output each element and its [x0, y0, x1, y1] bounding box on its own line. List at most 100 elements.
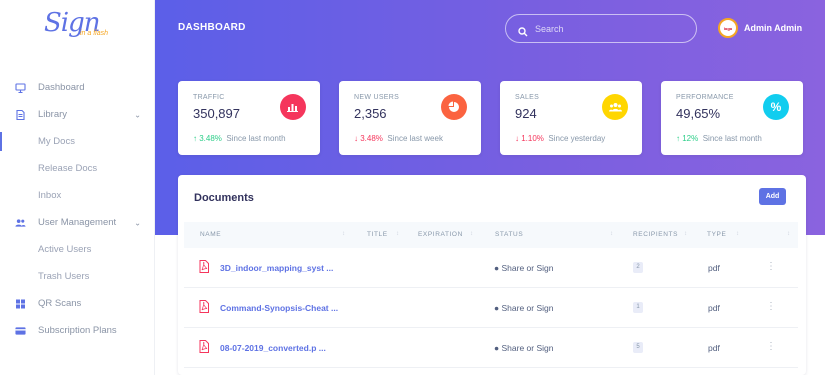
user-menu[interactable]: logo Admin Admin	[718, 18, 802, 38]
search-input[interactable]	[535, 23, 685, 34]
column-header-expiration[interactable]: EXPIRATION	[418, 231, 463, 238]
sidebar-item-subscription-plans[interactable]: Subscription Plans	[0, 317, 155, 344]
document-type: pdf	[708, 303, 720, 313]
status-text: Share or Sign	[501, 343, 554, 353]
sidebar-item-qr-scans[interactable]: QR Scans	[0, 290, 155, 317]
sidebar-item-my-docs[interactable]: My Docs	[0, 128, 155, 155]
stat-footer: ↑ 12% Since last month	[676, 134, 762, 143]
table-row[interactable]: Command-Synopsis-Cheat ... ● Share or Si…	[184, 288, 798, 328]
column-header-name[interactable]: NAME	[200, 231, 221, 238]
table-header: NAME ↕ TITLE ↕ EXPIRATION ↕ STATUS ↕ REC…	[184, 222, 798, 248]
sidebar-item-dashboard[interactable]: Dashboard	[0, 74, 155, 101]
more-options-icon[interactable]: ⋮	[766, 341, 776, 352]
stat-card-sales: SALES 924 ↓ 1.10% Since yesterday	[500, 81, 642, 155]
stat-card-performance: PERFORMANCE 49,65% % ↑ 12% Since last mo…	[661, 81, 803, 155]
pdf-file-icon	[199, 300, 209, 313]
table-row[interactable]: 3D_indoor_mapping_syst ... ● Share or Si…	[184, 248, 798, 288]
chart-bar-icon	[280, 94, 306, 120]
documents-title: Documents	[194, 192, 254, 204]
chevron-down-icon[interactable]: ⌄	[134, 110, 141, 119]
sidebar-item-library[interactable]: Library ⌄	[0, 101, 155, 128]
stat-card-new-users: NEW USERS 2,356 ↓ 3.48% Since last week	[339, 81, 481, 155]
table-row[interactable]: 08-07-2019_converted.p ... ● Share or Si…	[184, 328, 798, 368]
stat-footer: ↓ 1.10% Since yesterday	[515, 134, 605, 143]
sidebar-item-label: Active Users	[38, 244, 92, 255]
sidebar-item-active-users[interactable]: Active Users	[0, 236, 155, 263]
stat-value: 350,897	[193, 106, 240, 121]
stat-title: PERFORMANCE	[676, 94, 734, 101]
stat-title: TRAFFIC	[193, 94, 225, 101]
sidebar-item-label: QR Scans	[38, 298, 82, 309]
column-header-title[interactable]: TITLE	[367, 231, 388, 238]
sidebar-item-inbox[interactable]: Inbox	[0, 182, 155, 209]
document-name-link[interactable]: 3D_indoor_mapping_syst ...	[220, 263, 333, 273]
column-header-recipients[interactable]: RECIPIENTS	[633, 231, 678, 238]
stat-change: 12%	[682, 134, 699, 143]
sidebar-item-label: My Docs	[38, 136, 75, 147]
sort-icon[interactable]: ↕	[342, 231, 345, 237]
add-document-button[interactable]: Add	[759, 188, 786, 205]
recipients-badge: 2	[633, 262, 643, 273]
sidebar-item-release-docs[interactable]: Release Docs	[0, 155, 155, 182]
sidebar-item-label: Dashboard	[38, 82, 85, 93]
sidebar-item-label: Trash Users	[38, 271, 90, 282]
sidebar-item-label: Subscription Plans	[38, 325, 117, 336]
search-icon	[518, 24, 528, 36]
stat-period: Since last week	[387, 134, 443, 143]
sidebar-item-label: User Management	[38, 217, 117, 228]
pdf-file-icon	[199, 260, 209, 273]
app-logo[interactable]: Sign in a flash	[44, 8, 114, 48]
stat-title: SALES	[515, 94, 540, 101]
status-text: Share or Sign	[501, 303, 554, 313]
stat-card-traffic: TRAFFIC 350,897 ↑ 3.48% Since last month	[178, 81, 320, 155]
stat-period: Since last month	[226, 134, 286, 143]
card-icon	[15, 325, 26, 336]
sidebar: Sign in a flash Dashboard Library ⌄ My D…	[0, 0, 155, 375]
sidebar-item-trash-users[interactable]: Trash Users	[0, 263, 155, 290]
document-type: pdf	[708, 343, 720, 353]
stat-change: 3.48%	[199, 134, 222, 143]
grid-icon	[15, 298, 26, 309]
stat-value: 924	[515, 106, 537, 121]
document-status: ● Share or Sign	[494, 343, 554, 353]
stat-period: Since last month	[702, 134, 762, 143]
sort-icon[interactable]: ↕	[684, 231, 687, 237]
sidebar-item-label: Release Docs	[38, 163, 98, 174]
document-icon	[15, 109, 26, 120]
documents-panel: Documents Add NAME ↕ TITLE ↕ EXPIRATION …	[178, 175, 806, 375]
document-name-link[interactable]: Command-Synopsis-Cheat ...	[220, 303, 338, 313]
document-status: ● Share or Sign	[494, 263, 554, 273]
sidebar-item-label: Inbox	[38, 190, 62, 201]
more-options-icon[interactable]: ⋮	[766, 261, 776, 272]
sort-icon[interactable]: ↕	[470, 231, 473, 237]
logo-subtext: in a flash	[80, 30, 109, 37]
search-box[interactable]	[505, 14, 697, 43]
percent-icon: %	[763, 94, 789, 120]
column-header-type[interactable]: TYPE	[707, 231, 726, 238]
chevron-down-icon[interactable]: ⌄	[134, 218, 141, 227]
recipients-badge: 5	[633, 342, 643, 353]
document-name-link[interactable]: 08-07-2019_converted.p ...	[220, 343, 326, 353]
sidebar-item-label: Library	[38, 109, 68, 120]
document-status: ● Share or Sign	[494, 303, 554, 313]
avatar: logo	[718, 18, 738, 38]
sort-icon[interactable]: ↕	[736, 231, 739, 237]
stat-value: 49,65%	[676, 106, 721, 121]
sidebar-item-user-management[interactable]: User Management ⌄	[0, 209, 155, 236]
stat-footer: ↑ 3.48% Since last month	[193, 134, 286, 143]
user-name: Admin Admin	[744, 23, 803, 33]
stat-change: 1.10%	[521, 134, 544, 143]
recipients-badge: 1	[633, 302, 643, 313]
sort-icon[interactable]: ↕	[610, 231, 613, 237]
sort-icon[interactable]: ↕	[396, 231, 399, 237]
more-options-icon[interactable]: ⋮	[766, 301, 776, 312]
stat-value: 2,356	[354, 106, 387, 121]
stat-footer: ↓ 3.48% Since last week	[354, 134, 443, 143]
document-type: pdf	[708, 263, 720, 273]
page-title: DASHBOARD	[178, 22, 246, 33]
status-text: Share or Sign	[501, 263, 554, 273]
sort-icon[interactable]: ↕	[787, 231, 790, 237]
chart-pie-icon	[441, 94, 467, 120]
stat-title: NEW USERS	[354, 94, 400, 101]
column-header-status[interactable]: STATUS	[495, 231, 523, 238]
